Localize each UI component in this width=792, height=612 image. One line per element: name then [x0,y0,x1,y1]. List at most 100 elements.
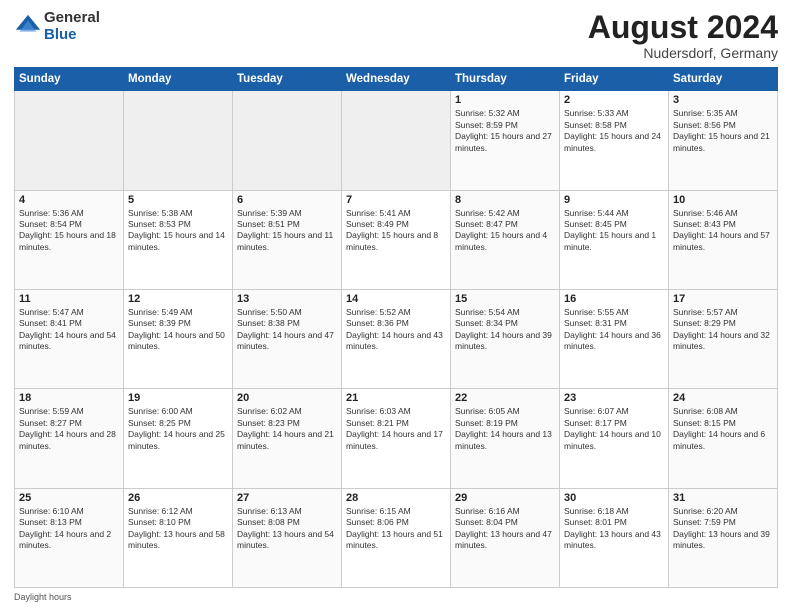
day-of-week-header: Friday [560,68,669,91]
calendar-week-row: 4 Sunrise: 5:36 AMSunset: 8:54 PMDaylight… [15,190,778,289]
day-number: 19 [128,392,228,404]
day-info: Sunrise: 6:03 AMSunset: 8:21 PMDaylight:… [346,406,446,452]
day-info: Sunrise: 5:36 AMSunset: 8:54 PMDaylight:… [19,208,119,254]
day-info: Sunrise: 6:10 AMSunset: 8:13 PMDaylight:… [19,506,119,552]
calendar-day-cell: 14 Sunrise: 5:52 AMSunset: 8:36 PMDayligh… [342,289,451,388]
calendar-day-cell: 27 Sunrise: 6:13 AMSunset: 8:08 PMDayligh… [233,488,342,587]
day-number: 7 [346,194,446,206]
day-number: 15 [455,293,555,305]
calendar-day-cell: 5 Sunrise: 5:38 AMSunset: 8:53 PMDaylight… [124,190,233,289]
calendar-day-cell: 13Sunrise: 5:50 AMSunset: 8:38 PMDayligh… [233,289,342,388]
day-info: Sunrise: 5:46 AMSunset: 8:43 PMDaylight:… [673,208,773,254]
calendar-day-cell: 17 Sunrise: 5:57 AMSunset: 8:29 PMDayligh… [669,289,778,388]
day-info: Sunrise: 5:42 AMSunset: 8:47 PMDaylight:… [455,208,555,254]
calendar-day-cell [15,91,124,190]
day-number: 3 [673,94,773,106]
day-number: 10 [673,194,773,206]
calendar-day-cell: 21Sunrise: 6:03 AMSunset: 8:21 PMDayligh… [342,389,451,488]
day-info: Sunrise: 6:02 AMSunset: 8:23 PMDaylight:… [237,406,337,452]
day-number: 1 [455,94,555,106]
logo: General Blue [14,10,100,43]
day-info: Sunrise: 5:55 AMSunset: 8:31 PMDaylight:… [564,307,664,353]
day-info: Sunrise: 5:41 AMSunset: 8:49 PMDaylight:… [346,208,446,254]
calendar-week-row: 11 Sunrise: 5:47 AMSunset: 8:41 PMDayligh… [15,289,778,388]
calendar-day-cell: 28 Sunrise: 6:15 AMSunset: 8:06 PMDayligh… [342,488,451,587]
day-info: Sunrise: 5:47 AMSunset: 8:41 PMDaylight:… [19,307,119,353]
calendar-day-cell: 31Sunrise: 6:20 AMSunset: 7:59 PMDayligh… [669,488,778,587]
logo-text: General Blue [44,10,100,43]
day-info: Sunrise: 6:13 AMSunset: 8:08 PMDaylight:… [237,506,337,552]
day-info: Sunrise: 5:49 AMSunset: 8:39 PMDaylight:… [128,307,228,353]
day-number: 20 [237,392,337,404]
day-number: 14 [346,293,446,305]
day-info: Sunrise: 5:52 AMSunset: 8:36 PMDaylight:… [346,307,446,353]
day-info: Sunrise: 5:57 AMSunset: 8:29 PMDaylight:… [673,307,773,353]
calendar-day-cell: 11 Sunrise: 5:47 AMSunset: 8:41 PMDayligh… [15,289,124,388]
day-info: Sunrise: 5:33 AMSunset: 8:58 PMDaylight:… [564,108,664,154]
day-info: Sunrise: 6:05 AMSunset: 8:19 PMDaylight:… [455,406,555,452]
page: General Blue August 2024 Nudersdorf, Ger… [0,0,792,612]
day-number: 2 [564,94,664,106]
day-number: 23 [564,392,664,404]
day-number: 5 [128,194,228,206]
calendar-week-row: 18Sunrise: 5:59 AMSunset: 8:27 PMDayligh… [15,389,778,488]
logo-icon [14,13,42,41]
calendar-table: SundayMondayTuesdayWednesdayThursdayFrid… [14,67,778,588]
calendar-day-cell: 25 Sunrise: 6:10 AMSunset: 8:13 PMDayligh… [15,488,124,587]
calendar-day-cell: 10 Sunrise: 5:46 AMSunset: 8:43 PMDayligh… [669,190,778,289]
day-info: Sunrise: 6:12 AMSunset: 8:10 PMDaylight:… [128,506,228,552]
day-number: 25 [19,492,119,504]
day-info: Sunrise: 6:18 AMSunset: 8:01 PMDaylight:… [564,506,664,552]
day-info: Sunrise: 5:39 AMSunset: 8:51 PMDaylight:… [237,208,337,254]
day-number: 22 [455,392,555,404]
day-number: 17 [673,293,773,305]
day-of-week-header: Wednesday [342,68,451,91]
calendar-day-cell: 22 Sunrise: 6:05 AMSunset: 8:19 PMDayligh… [451,389,560,488]
day-number: 28 [346,492,446,504]
calendar-day-cell [233,91,342,190]
day-of-week-header: Monday [124,68,233,91]
calendar-header-row: SundayMondayTuesdayWednesdayThursdayFrid… [15,68,778,91]
day-number: 4 [19,194,119,206]
day-info: Sunrise: 5:32 AMSunset: 8:59 PMDaylight:… [455,108,555,154]
calendar-day-cell: 19 Sunrise: 6:00 AMSunset: 8:25 PMDayligh… [124,389,233,488]
calendar-day-cell [124,91,233,190]
day-number: 8 [455,194,555,206]
calendar-day-cell: 2 Sunrise: 5:33 AMSunset: 8:58 PMDaylight… [560,91,669,190]
day-number: 27 [237,492,337,504]
day-number: 9 [564,194,664,206]
day-number: 30 [564,492,664,504]
title-block: August 2024 Nudersdorf, Germany [588,10,778,61]
day-info: Sunrise: 6:00 AMSunset: 8:25 PMDaylight:… [128,406,228,452]
day-number: 18 [19,392,119,404]
day-of-week-header: Thursday [451,68,560,91]
day-info: Sunrise: 5:35 AMSunset: 8:56 PMDaylight:… [673,108,773,154]
day-info: Sunrise: 5:38 AMSunset: 8:53 PMDaylight:… [128,208,228,254]
calendar-day-cell: 26 Sunrise: 6:12 AMSunset: 8:10 PMDayligh… [124,488,233,587]
calendar-day-cell: 9 Sunrise: 5:44 AMSunset: 8:45 PMDaylight… [560,190,669,289]
day-info: Sunrise: 6:20 AMSunset: 7:59 PMDaylight:… [673,506,773,552]
footer: Daylight hours [14,592,778,602]
calendar-day-cell: 4 Sunrise: 5:36 AMSunset: 8:54 PMDaylight… [15,190,124,289]
day-number: 12 [128,293,228,305]
day-number: 11 [19,293,119,305]
calendar-day-cell: 7 Sunrise: 5:41 AMSunset: 8:49 PMDaylight… [342,190,451,289]
day-info: Sunrise: 6:08 AMSunset: 8:15 PMDaylight:… [673,406,773,452]
calendar-day-cell: 30 Sunrise: 6:18 AMSunset: 8:01 PMDayligh… [560,488,669,587]
day-number: 16 [564,293,664,305]
calendar-week-row: 1 Sunrise: 5:32 AMSunset: 8:59 PMDaylight… [15,91,778,190]
calendar-day-cell: 8 Sunrise: 5:42 AMSunset: 8:47 PMDaylight… [451,190,560,289]
day-number: 26 [128,492,228,504]
calendar-day-cell: 16 Sunrise: 5:55 AMSunset: 8:31 PMDayligh… [560,289,669,388]
calendar-day-cell: 15Sunrise: 5:54 AMSunset: 8:34 PMDayligh… [451,289,560,388]
calendar-day-cell: 18Sunrise: 5:59 AMSunset: 8:27 PMDayligh… [15,389,124,488]
logo-blue: Blue [44,27,100,44]
calendar-day-cell: 24 Sunrise: 6:08 AMSunset: 8:15 PMDayligh… [669,389,778,488]
day-of-week-header: Saturday [669,68,778,91]
day-info: Sunrise: 5:50 AMSunset: 8:38 PMDaylight:… [237,307,337,353]
calendar-day-cell [342,91,451,190]
day-number: 24 [673,392,773,404]
calendar-day-cell: 20 Sunrise: 6:02 AMSunset: 8:23 PMDayligh… [233,389,342,488]
day-info: Sunrise: 6:15 AMSunset: 8:06 PMDaylight:… [346,506,446,552]
day-info: Sunrise: 5:44 AMSunset: 8:45 PMDaylight:… [564,208,664,254]
